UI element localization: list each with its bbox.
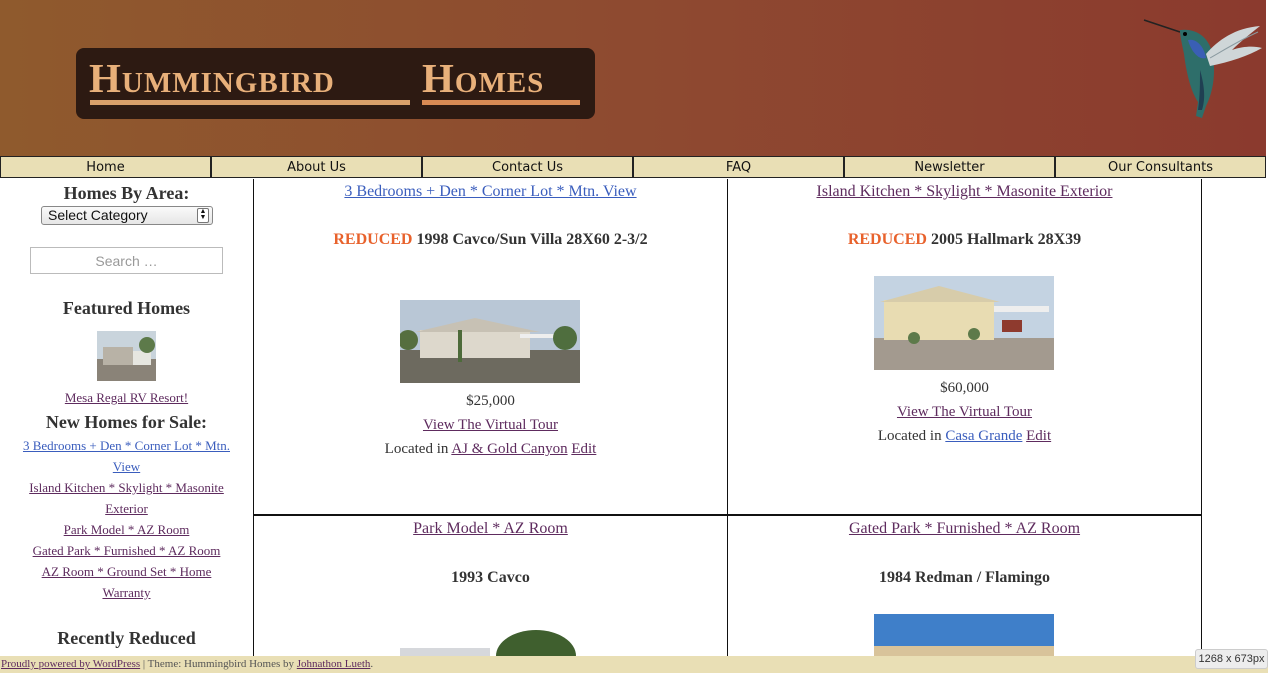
select-arrows-icon: ▲ ▼: [197, 208, 209, 223]
listing-location: Located in AJ & Gold Canyon Edit: [254, 441, 727, 458]
listing-model-text: 1993 Cavco: [451, 569, 530, 586]
category-select[interactable]: Select Category ▲ ▼: [41, 206, 213, 225]
new-home-link-2-line1: Island Kitchen * Skylight * Masonite: [0, 479, 253, 497]
footer-theme-text: | Theme: Hummingbird Homes by: [140, 658, 297, 670]
listing-title-link[interactable]: Gated Park * Furnished * AZ Room: [728, 520, 1201, 538]
sidebar: Homes By Area: Select Category ▲ ▼ Search…: [0, 180, 253, 660]
listing-price: $25,000: [466, 393, 515, 409]
listing-photo[interactable]: [400, 300, 580, 383]
theme-author-link[interactable]: Johnathon Lueth: [297, 658, 371, 670]
listing-card: Park Model * AZ Room 1993 Cavco: [254, 516, 728, 673]
location-link[interactable]: Casa Grande: [945, 428, 1022, 444]
nav-our-consultants[interactable]: Our Consultants: [1054, 157, 1266, 177]
listing-title-link[interactable]: 3 Bedrooms + Den * Corner Lot * Mtn. Vie…: [254, 183, 727, 201]
reduced-badge: REDUCED: [847, 231, 927, 248]
listing-photo[interactable]: [400, 628, 580, 658]
listing-model: REDUCED 2005 Hallmark 28X39: [728, 231, 1201, 249]
reduced-badge: REDUCED: [333, 231, 413, 248]
nav-faq[interactable]: FAQ: [632, 157, 843, 177]
category-select-value: Select Category: [48, 207, 148, 223]
location-link[interactable]: AJ & Gold Canyon: [451, 441, 567, 457]
edit-link[interactable]: Edit: [1026, 428, 1051, 444]
listings-grid: 3 Bedrooms + Den * Corner Lot * Mtn. Vie…: [253, 179, 1202, 673]
featured-home-link[interactable]: Mesa Regal RV Resort!: [65, 390, 188, 405]
located-in-label: Located in: [384, 441, 449, 457]
located-in-label: Located in: [877, 428, 942, 444]
footer-end: .: [370, 658, 374, 670]
nav-home[interactable]: Home: [0, 157, 210, 177]
listing-model: REDUCED 1998 Cavco/Sun Villa 28X60 2-3/2: [254, 231, 727, 249]
new-home-link-5-line1: AZ Room * Ground Set * Home: [0, 563, 253, 581]
virtual-tour-link[interactable]: View The Virtual Tour: [254, 417, 727, 434]
new-home-link-3[interactable]: Park Model * AZ Room: [64, 522, 190, 537]
site-header: Hummingbird Homes: [0, 0, 1266, 156]
listing-title-link[interactable]: Island Kitchen * Skylight * Masonite Ext…: [728, 183, 1201, 201]
new-home-link-3-line: Park Model * AZ Room: [0, 521, 253, 539]
new-home-link-4[interactable]: Gated Park * Furnished * AZ Room: [33, 543, 221, 558]
site-footer: Proudly powered by WordPress | Theme: Hu…: [0, 656, 1268, 673]
listing-card: 3 Bedrooms + Den * Corner Lot * Mtn. Vie…: [254, 179, 728, 516]
new-home-link-1[interactable]: 3 Bedrooms + Den * Corner Lot * Mtn.: [23, 438, 230, 453]
new-home-link-2[interactable]: Island Kitchen * Skylight * Masonite: [29, 480, 224, 495]
featured-home-thumbnail[interactable]: [97, 331, 156, 381]
new-home-link-4-line: Gated Park * Furnished * AZ Room: [0, 542, 253, 560]
new-home-link-5-line2: Warranty: [0, 584, 253, 602]
logo-underline-1: [90, 100, 410, 105]
listing-location: Located in Casa Grande Edit: [728, 428, 1201, 445]
recently-reduced-heading: Recently Reduced: [57, 628, 196, 648]
site-logo[interactable]: Hummingbird Homes: [76, 48, 595, 119]
nav-contact-us[interactable]: Contact Us: [421, 157, 632, 177]
listing-card: Gated Park * Furnished * AZ Room 1984 Re…: [728, 516, 1202, 673]
nav-newsletter[interactable]: Newsletter: [843, 157, 1054, 177]
viewport-size-badge: 1268 x 673px: [1195, 649, 1268, 669]
logo-underline-2: [422, 100, 580, 105]
hummingbird-icon: [1143, 19, 1262, 119]
new-homes-heading: New Homes for Sale:: [45, 412, 208, 432]
listing-model-text: 2005 Hallmark 28X39: [930, 231, 1082, 248]
homes-by-area-heading: Homes By Area:: [63, 183, 190, 203]
new-home-link-1-cont[interactable]: View: [113, 459, 140, 474]
virtual-tour-link[interactable]: View The Virtual Tour: [728, 404, 1201, 421]
listing-model-text: 1984 Redman / Flamingo: [878, 569, 1051, 586]
logo-word-homes: Homes: [422, 55, 545, 101]
listing-photo[interactable]: [874, 276, 1054, 370]
listing-card: Island Kitchen * Skylight * Masonite Ext…: [728, 179, 1202, 516]
listing-photo[interactable]: [874, 614, 1054, 656]
wordpress-link[interactable]: Proudly powered by WordPress: [1, 658, 140, 670]
featured-homes-heading: Featured Homes: [62, 298, 191, 318]
listing-title-link[interactable]: Park Model * AZ Room: [254, 520, 727, 538]
new-home-link-2-line2: Exterior: [0, 500, 253, 518]
search-input[interactable]: Search …: [30, 247, 223, 274]
main-nav: Home About Us Contact Us FAQ Newsletter …: [0, 156, 1266, 178]
listing-price: $60,000: [940, 380, 989, 396]
edit-link[interactable]: Edit: [571, 441, 596, 457]
nav-about-us[interactable]: About Us: [210, 157, 421, 177]
new-home-link-5-cont[interactable]: Warranty: [102, 585, 150, 600]
featured-link-wrap: Mesa Regal RV Resort!: [0, 389, 253, 407]
logo-word-hummingbird: Hummingbird: [89, 55, 335, 101]
new-home-link-2-cont[interactable]: Exterior: [105, 501, 148, 516]
listing-model-text: 1998 Cavco/Sun Villa 28X60 2-3/2: [416, 231, 648, 248]
new-home-link-1-line1: 3 Bedrooms + Den * Corner Lot * Mtn.: [0, 437, 253, 455]
new-home-link-1-line2: View: [0, 458, 253, 476]
new-home-link-5[interactable]: AZ Room * Ground Set * Home: [42, 564, 212, 579]
